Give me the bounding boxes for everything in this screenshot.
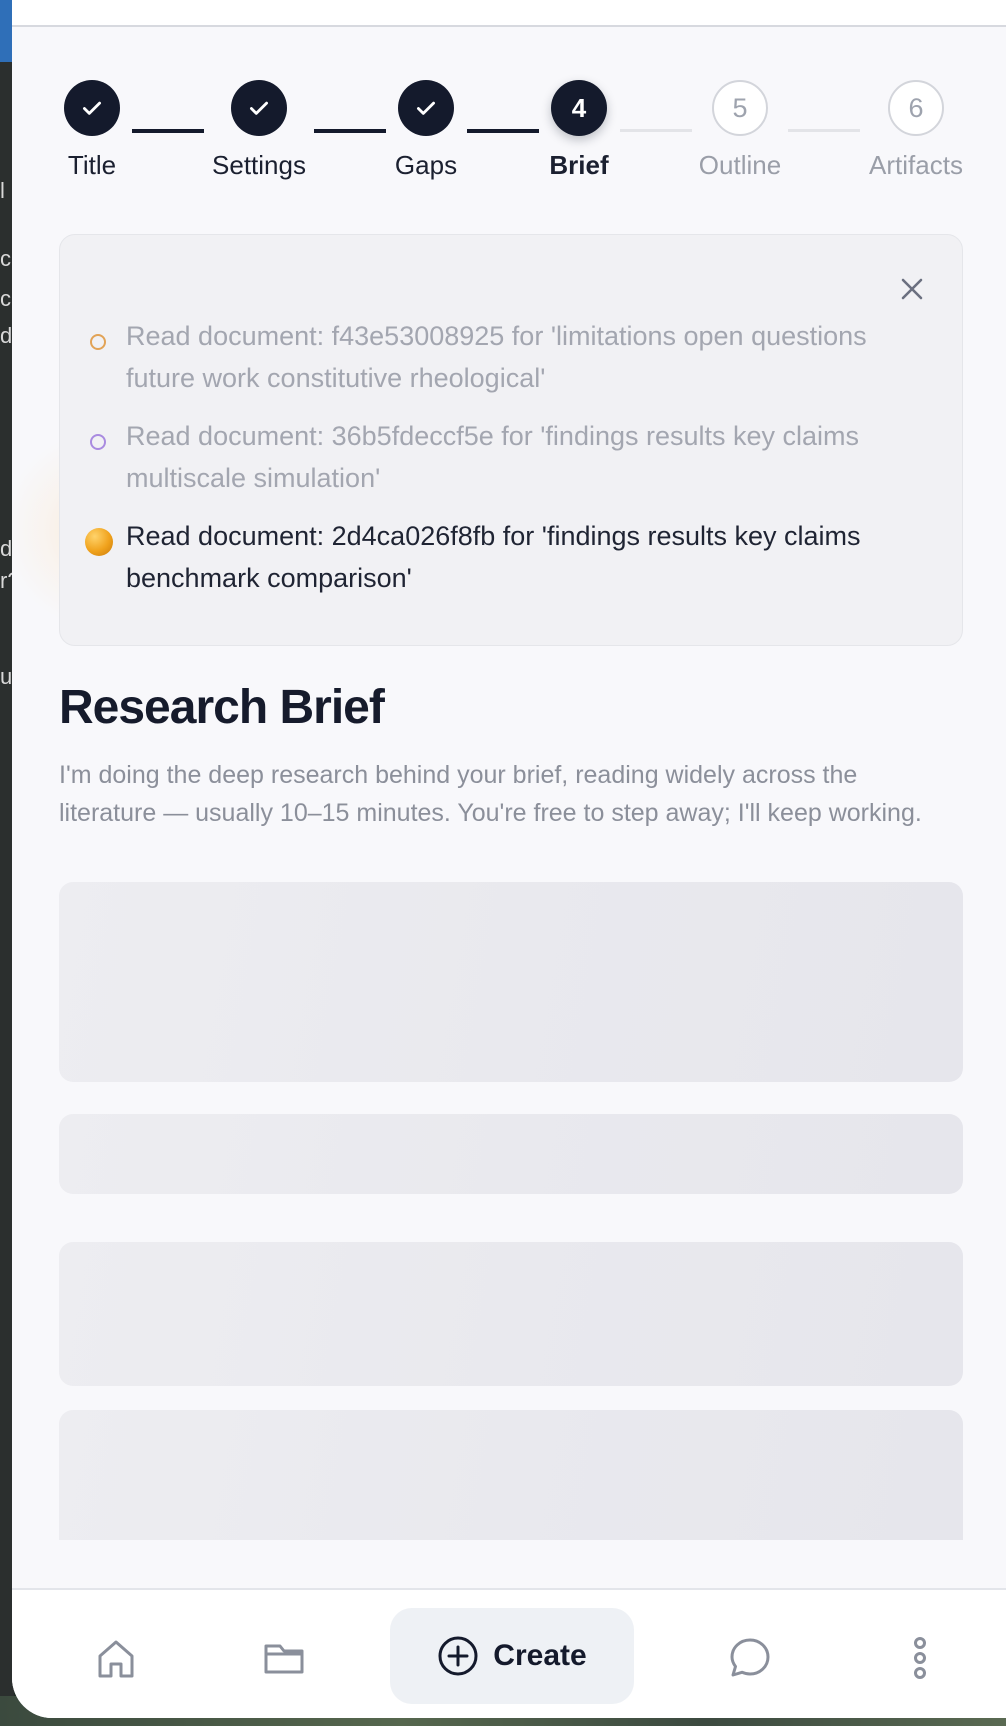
activity-current-dot (85, 528, 113, 556)
plus-circle-icon (438, 1636, 478, 1676)
folder-icon[interactable] (260, 1634, 308, 1682)
more-icon[interactable] (896, 1634, 944, 1682)
research-activity-panel: Read document: f43e53008925 for 'limitat… (59, 234, 963, 646)
step-label-gaps: Gaps (394, 150, 458, 180)
activity-text: Read document: f43e53008925 for 'limitat… (126, 321, 867, 393)
step-3-check[interactable] (398, 80, 454, 136)
progress-stepper: Title Settings Gaps 4 Brief 5 Outline 6 … (12, 0, 1006, 200)
check-icon (417, 101, 435, 115)
step-6-pending[interactable]: 6 (888, 80, 944, 136)
background-text-fragment: l (0, 178, 5, 203)
loading-skeleton (59, 1114, 963, 1194)
step-1-check[interactable] (64, 80, 120, 136)
activity-status-dot (90, 334, 106, 350)
step-4-current[interactable]: 4 (551, 80, 607, 136)
step-label-title: Title (67, 150, 117, 180)
step-label-outline: Outline (698, 150, 782, 180)
step-2-check[interactable] (231, 80, 287, 136)
home-icon[interactable] (92, 1634, 140, 1682)
loading-skeleton (59, 1410, 963, 1540)
step-5-pending[interactable]: 5 (712, 80, 768, 136)
check-icon (250, 101, 268, 115)
loading-skeleton (59, 882, 963, 1082)
step-label-brief: Brief (549, 150, 609, 180)
step-label-artifacts: Artifacts (869, 150, 963, 180)
step-label-settings: Settings (212, 150, 306, 180)
step-connector (788, 129, 860, 132)
page-subtitle: I'm doing the deep research behind your … (59, 761, 922, 827)
page-title: Research Brief (59, 681, 385, 734)
create-label: Create (493, 1639, 587, 1672)
activity-text: Read document: 36b5fdeccf5e for 'finding… (126, 421, 860, 493)
step-connector (620, 129, 692, 132)
close-button[interactable] (896, 273, 928, 305)
bottom-navigation: Create (12, 1588, 1006, 1718)
step-connector (314, 129, 386, 133)
create-button[interactable]: Create (390, 1608, 634, 1704)
close-icon (901, 278, 923, 300)
activity-status-dot (90, 434, 106, 450)
chat-icon[interactable] (726, 1634, 774, 1682)
app-window: Title Settings Gaps 4 Brief 5 Outline 6 … (12, 0, 1006, 1718)
loading-skeleton (59, 1242, 963, 1386)
activity-text: Read document: 2d4ca026f8fb for 'finding… (126, 521, 861, 593)
step-connector (467, 129, 539, 133)
step-connector (132, 129, 204, 133)
check-icon (83, 101, 101, 115)
